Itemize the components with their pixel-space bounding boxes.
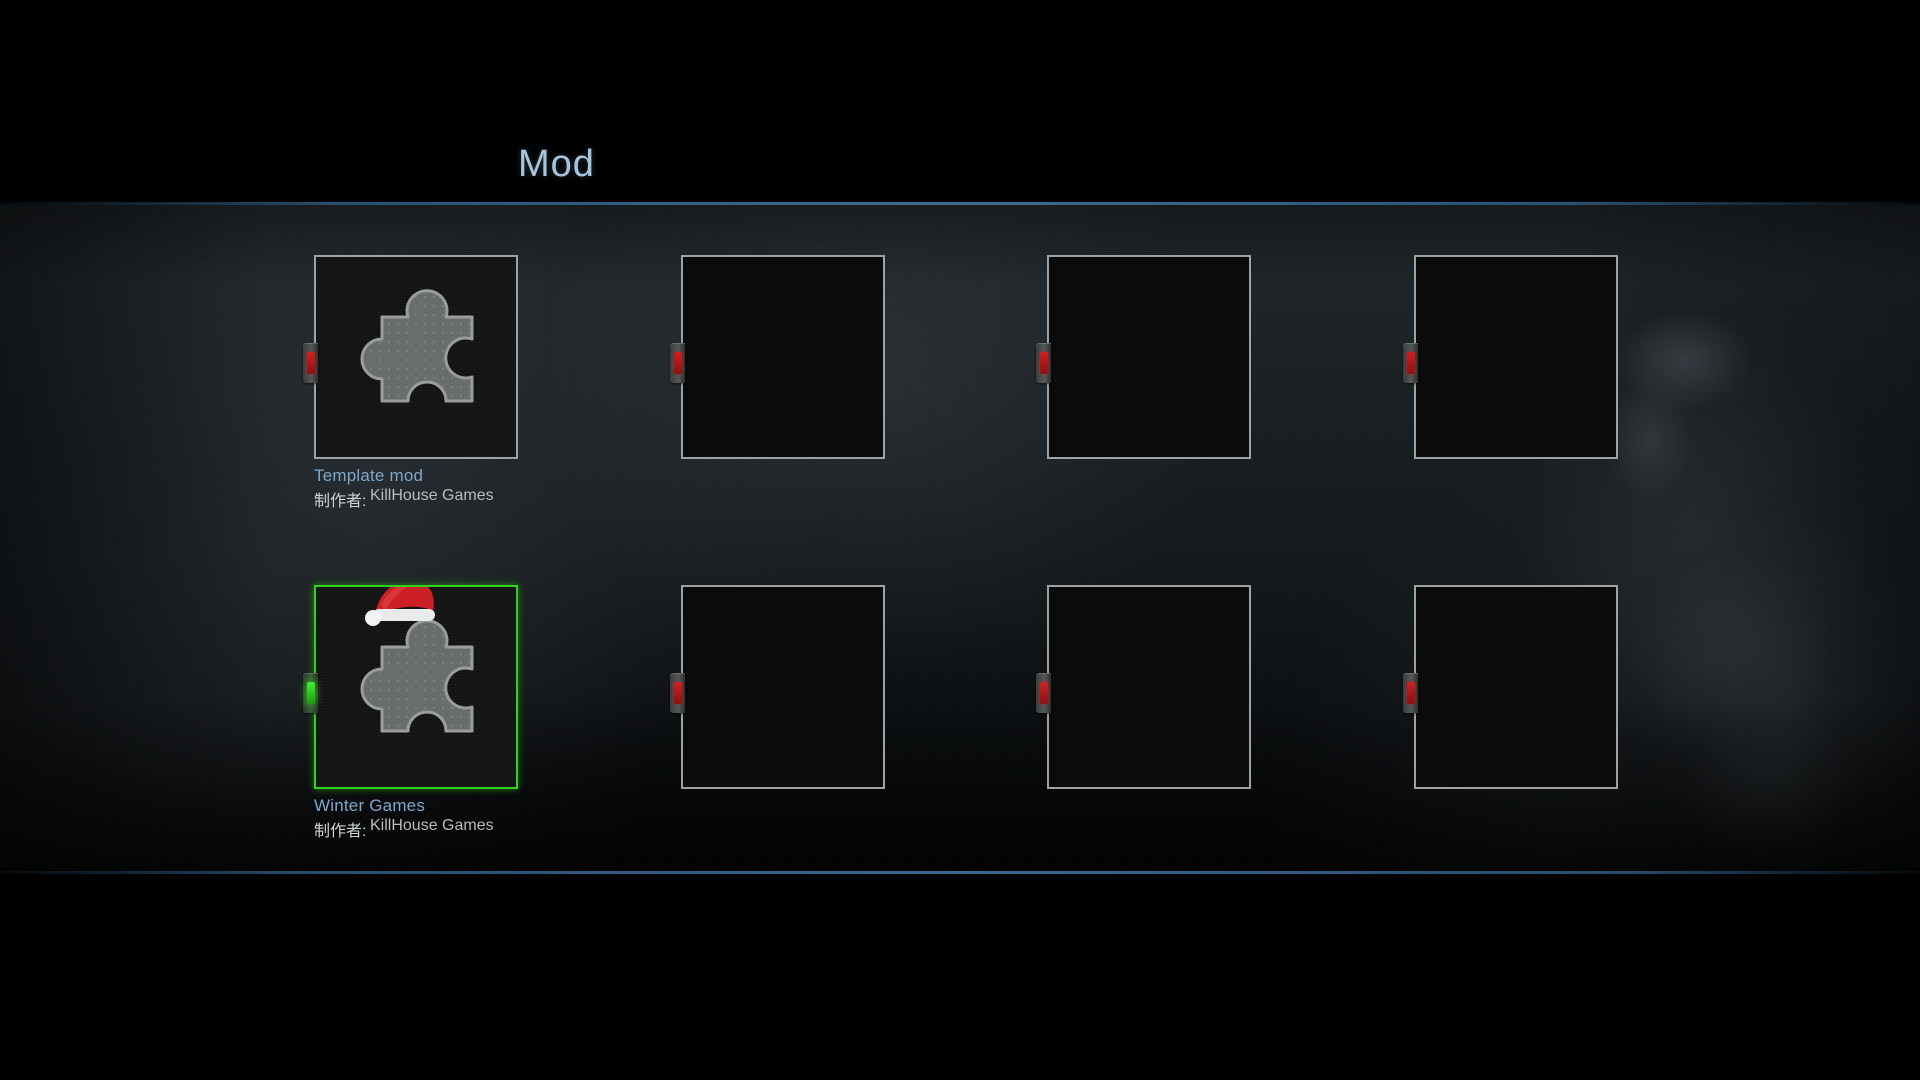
mod-tile-empty[interactable] (1403, 255, 1618, 459)
mod-tile-empty[interactable] (1036, 255, 1251, 459)
mod-tile-empty[interactable] (670, 255, 885, 459)
mod-enable-toggle-off[interactable] (1036, 343, 1051, 383)
mod-tile-empty[interactable] (1403, 585, 1618, 789)
mod-enable-toggle-off[interactable] (670, 343, 685, 383)
mod-thumbnail-art (1416, 587, 1616, 787)
santa-hat-icon (363, 587, 439, 631)
bottom-bar: 后 退 过滤器 级别声音档位更换的内容总量界面其他 Open Workshop … (0, 874, 1920, 1080)
mod-author: 制作者: KillHouse Games (314, 817, 522, 840)
mod-cell: Winter Games 制作者: KillHouse Games (303, 585, 522, 840)
mod-tile-empty[interactable] (670, 585, 885, 789)
mod-tile-winter-games[interactable] (303, 585, 518, 789)
mod-thumbnail-art (316, 257, 516, 457)
mod-author: 制作者: KillHouse Games (314, 487, 522, 510)
toggle-indicator-lamp (307, 352, 315, 374)
mod-cell (1403, 585, 1622, 789)
mod-enable-toggle-off[interactable] (1403, 673, 1418, 713)
mod-author-prefix: 制作者: (314, 493, 367, 510)
toggle-indicator-lamp (1040, 352, 1048, 374)
mod-enable-toggle-off[interactable] (1036, 673, 1051, 713)
toggle-indicator-lamp (1040, 682, 1048, 704)
mod-tile-empty[interactable] (1036, 585, 1251, 789)
puzzle-piece-icon (342, 607, 492, 772)
mod-grid: Template mod 制作者: KillHouse Games Winter G… (0, 205, 1920, 872)
toggle-indicator-lamp (1407, 682, 1415, 704)
mod-enable-toggle-off[interactable] (670, 673, 685, 713)
mod-enable-toggle-off[interactable] (1403, 343, 1418, 383)
mod-tile-template-mod[interactable] (303, 255, 518, 459)
mod-title: Winter Games (314, 796, 426, 815)
mod-thumbnail-art (683, 257, 883, 457)
mod-cell (1036, 585, 1255, 789)
mod-thumbnail-art (316, 587, 516, 787)
mod-cell (1036, 255, 1255, 459)
mod-cell (670, 585, 889, 789)
page-title: Mod (518, 143, 595, 185)
mod-author-prefix: 制作者: (314, 823, 367, 840)
header-bar: Mod (0, 0, 1920, 203)
mod-title: Template mod (314, 466, 424, 485)
puzzle-piece-icon (342, 277, 492, 442)
mod-browser-screen: Mod Template mod 制作者: KillHouse Games Wi… (0, 0, 1920, 1080)
toggle-indicator-lamp (307, 682, 315, 704)
mod-cell: Template mod 制作者: KillHouse Games (303, 255, 522, 510)
toggle-indicator-lamp (1407, 352, 1415, 374)
toggle-indicator-lamp (674, 682, 682, 704)
mod-grid-stage: Template mod 制作者: KillHouse Games Winter G… (0, 205, 1920, 872)
toggle-indicator-lamp (674, 352, 682, 374)
mod-enable-toggle-off[interactable] (303, 343, 318, 383)
mod-thumbnail-art (1049, 257, 1249, 457)
mod-cell (1403, 255, 1622, 459)
mod-thumbnail-art (683, 587, 883, 787)
mod-enable-toggle-on[interactable] (303, 673, 318, 713)
mod-thumbnail-art (1416, 257, 1616, 457)
mod-author-name: KillHouse Games (370, 487, 494, 504)
mod-author-name: KillHouse Games (370, 817, 494, 834)
mod-cell (670, 255, 889, 459)
mod-thumbnail-art (1049, 587, 1249, 787)
